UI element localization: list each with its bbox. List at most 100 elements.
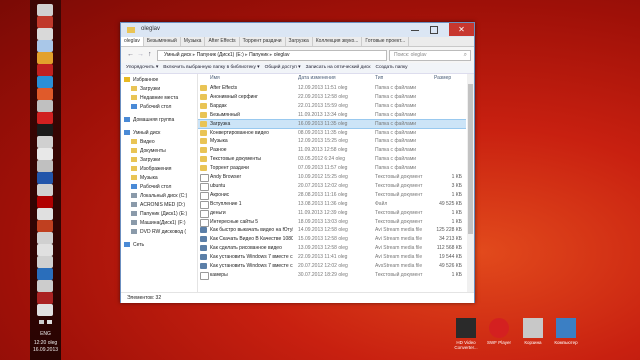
taskbar-app-icon[interactable] xyxy=(37,208,53,220)
taskbar-app-icon[interactable] xyxy=(37,100,53,112)
vertical-scrollbar[interactable] xyxy=(467,74,474,292)
column-header-name[interactable]: Имя xyxy=(210,74,220,83)
column-header-size[interactable]: Размер xyxy=(434,74,451,83)
file-row[interactable]: Разное 11.09.2013 12:58 oleg Папка с файла… xyxy=(198,146,466,154)
language-indicator[interactable]: ENG xyxy=(30,331,61,337)
file-row[interactable]: Как установить Windows 7 вместе с Linux_… xyxy=(198,262,466,270)
tab-7[interactable]: Готовые проект... xyxy=(362,37,410,46)
file-row[interactable]: Торрент раздачи 07.09.2013 11:57 oleg Папк… xyxy=(198,164,466,172)
taskbar-app-icon[interactable] xyxy=(37,4,53,16)
nav-item[interactable]: Музыка xyxy=(131,174,158,183)
taskbar-app-icon[interactable] xyxy=(37,268,53,280)
desktop-icon[interactable]: SWF Player xyxy=(482,318,516,345)
file-row[interactable]: Как Скачать Видео В Качестве 1080 P HD 15… xyxy=(198,235,466,243)
nav-item[interactable]: Документы xyxy=(131,147,166,156)
maximize-button[interactable] xyxy=(430,26,438,34)
breadcrumb-item[interactable]: Папуник xyxy=(249,52,268,58)
close-button[interactable]: ✕ xyxy=(449,23,474,36)
file-row[interactable]: Анонимный серфинг 22.09.2013 12:58 oleg Па… xyxy=(198,93,466,101)
minimize-button[interactable] xyxy=(411,30,419,31)
nav-item[interactable]: Загрузки xyxy=(131,156,160,165)
file-row[interactable]: Загрузка 16.09.2013 11:35 oleg Папка с фай… xyxy=(198,118,466,129)
taskbar-app-icon[interactable] xyxy=(37,148,53,160)
forward-button[interactable]: → xyxy=(137,51,144,58)
nav-item[interactable]: Машина(Диск1) (F:) xyxy=(131,219,186,228)
file-row[interactable]: Интересные сайты 5 18.09.2013 13:03 oleg Т… xyxy=(198,218,466,227)
nav-item[interactable]: Изображения xyxy=(131,165,171,174)
column-header-date[interactable]: Дата изменения xyxy=(298,74,336,83)
taskbar-app-icon[interactable] xyxy=(37,280,53,292)
taskbar-app-icon[interactable] xyxy=(37,304,53,316)
breadcrumb-item[interactable]: oleglav xyxy=(274,52,290,58)
tab-0[interactable]: oleglav xyxy=(121,37,144,46)
nav-item[interactable]: Сеть xyxy=(124,241,144,250)
taskbar-app-icon[interactable] xyxy=(37,292,53,304)
nav-item[interactable]: DVD RW дисковод ( xyxy=(131,228,186,237)
taskbar-app-icon[interactable] xyxy=(37,28,53,40)
toolbar-button[interactable]: Создать папку xyxy=(376,63,408,73)
breadcrumb-item[interactable]: Умный диск xyxy=(164,52,191,58)
nav-item[interactable]: Недавние места xyxy=(131,94,178,103)
toolbar-button[interactable]: Записать на оптический диск xyxy=(306,63,371,73)
file-row[interactable]: деньги 11.09.2013 12:39 oleg Текстовый док… xyxy=(198,209,466,218)
nav-item[interactable]: Видео xyxy=(131,138,155,147)
file-row[interactable]: Andy Browser 10.09.2012 15:25 oleg Текстов… xyxy=(198,173,466,182)
nav-item[interactable]: Домашняя группа xyxy=(124,116,174,125)
address-field[interactable]: Умный диск ▸ Папуник (Диск1) (E:) ▸ Папу… xyxy=(157,50,387,61)
desktop-icon[interactable]: HD Video Converter... xyxy=(449,318,483,350)
toolbar-button[interactable]: Упорядочить ▾ xyxy=(126,63,158,73)
taskbar-app-icon[interactable] xyxy=(37,196,53,208)
up-button[interactable]: ↑ xyxy=(148,51,152,58)
desktop-icon[interactable]: Корзина xyxy=(516,318,550,345)
file-row[interactable]: Бардак 22.01.2013 15:59 oleg Папка с файла… xyxy=(198,102,466,110)
speaker-icon[interactable] xyxy=(47,320,53,324)
file-row[interactable]: камеры 30.07.2012 18:29 oleg Текстовый док… xyxy=(198,271,466,280)
nav-item[interactable]: Рабочий стол xyxy=(131,103,171,112)
window-titlebar[interactable]: oleglav ✕ xyxy=(121,23,474,37)
tab-2[interactable]: Музыка xyxy=(181,37,206,46)
taskbar-app-icon[interactable] xyxy=(37,112,53,124)
nav-item[interactable]: Загрузки xyxy=(131,85,160,94)
nav-item[interactable]: Папуник (Диск1) (E:) xyxy=(131,210,187,219)
file-row[interactable]: Как установить Windows 7 вместе с Linux 2… xyxy=(198,253,466,261)
breadcrumb-item[interactable]: Папуник (Диск1) (E:) xyxy=(197,52,244,58)
taskbar-app-icon[interactable] xyxy=(37,232,53,244)
taskbar-app-icon[interactable] xyxy=(37,52,53,64)
clock-time[interactable]: 12:20 oleg xyxy=(30,340,61,346)
taskbar-app-icon[interactable] xyxy=(37,136,53,148)
tab-5[interactable]: Загрузка xyxy=(286,37,313,46)
file-row[interactable]: Конвертированное видео 08.09.2013 11:35 o… xyxy=(198,129,466,137)
file-row[interactable]: Акронис 28.08.2013 11:16 oleg Текстовый до… xyxy=(198,191,466,200)
taskbar-app-icon[interactable] xyxy=(37,76,53,88)
scrollbar-thumb[interactable] xyxy=(468,84,473,234)
file-row[interactable]: Как сделать рисованное видео 13.09.2013 1… xyxy=(198,244,466,252)
taskbar-app-icon[interactable] xyxy=(37,124,53,136)
taskbar-app-icon[interactable] xyxy=(37,16,53,28)
tab-3[interactable]: After Effects xyxy=(205,37,240,46)
file-row[interactable]: Вступление 1 13.08.2013 11:36 oleg Файл 49 … xyxy=(198,200,466,209)
taskbar-app-icon[interactable] xyxy=(37,184,53,196)
toolbar-button[interactable]: Общий доступ ▾ xyxy=(265,63,301,73)
toolbar-button[interactable]: Включить выбранную папку в библиотеку ▾ xyxy=(163,63,259,73)
back-button[interactable]: ← xyxy=(127,51,134,58)
file-row[interactable]: ubuntu 20.07.2013 12:02 oleg Текстовый док… xyxy=(198,182,466,191)
taskbar-app-icon[interactable] xyxy=(37,40,53,52)
nav-item[interactable]: Рабочий стол xyxy=(131,183,171,192)
taskbar-app-icon[interactable] xyxy=(37,160,53,172)
tab-4[interactable]: Торрент раздачи xyxy=(240,37,286,46)
taskbar-app-icon[interactable] xyxy=(37,172,53,184)
taskbar-app-icon[interactable] xyxy=(37,256,53,268)
tray-icons[interactable] xyxy=(30,320,61,326)
tab-6[interactable]: Коллекция звуко... xyxy=(313,37,363,46)
column-header-type[interactable]: Тип xyxy=(375,74,383,83)
file-row[interactable]: Музыка 12.09.2013 15:25 oleg Папка с файла… xyxy=(198,137,466,145)
file-row[interactable]: After Effects 12.09.2013 11:51 oleg Папка … xyxy=(198,84,466,92)
taskbar-app-icon[interactable] xyxy=(37,64,53,76)
file-row[interactable]: Безымянный 11.09.2013 13:34 oleg Папка с ф… xyxy=(198,111,466,119)
desktop-icon[interactable]: Компьютер xyxy=(549,318,583,345)
flag-icon[interactable] xyxy=(38,320,44,324)
taskbar-app-icon[interactable] xyxy=(37,88,53,100)
nav-item[interactable]: Умный диск xyxy=(124,129,160,138)
nav-item[interactable]: ACRONIS MED (D:) xyxy=(131,201,185,210)
search-field[interactable]: Поиск: oleglav ⌕ xyxy=(389,50,471,61)
